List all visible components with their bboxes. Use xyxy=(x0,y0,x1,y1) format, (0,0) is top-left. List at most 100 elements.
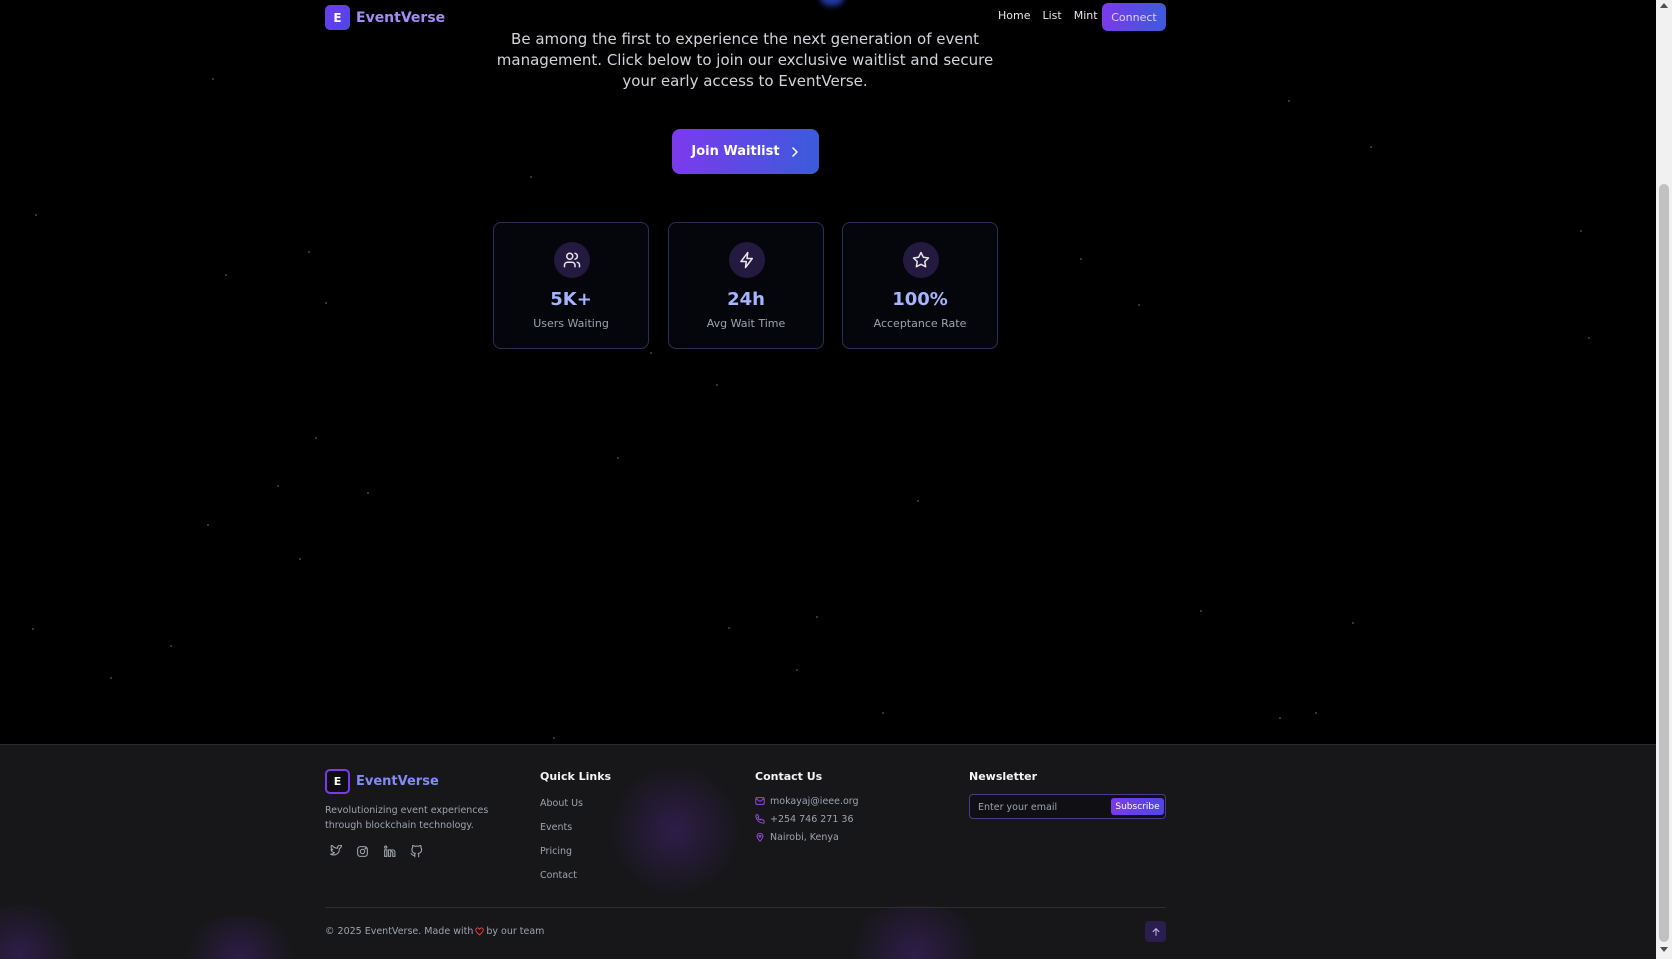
stat-card-wait-time: 24h Avg Wait Time xyxy=(668,222,824,349)
star-dot xyxy=(1080,258,1082,260)
star-dot xyxy=(170,645,172,647)
brand-name: EventVerse xyxy=(356,9,446,26)
scroll-up-arrow-icon[interactable] xyxy=(1660,3,1668,8)
star-dot xyxy=(1288,100,1290,102)
star-dot xyxy=(32,628,34,630)
star-dot xyxy=(530,176,532,178)
connect-button[interactable]: Connect xyxy=(1102,3,1166,31)
nav-mint[interactable]: Mint xyxy=(1074,9,1098,22)
decorative-orb xyxy=(820,0,844,6)
star-dot xyxy=(1580,230,1582,232)
stat-label: Acceptance Rate xyxy=(873,317,967,330)
contact-info: mokayaj@ieee.org +254 746 271 36 Nairobi… xyxy=(755,795,859,843)
star-dot xyxy=(367,492,369,494)
star-dot xyxy=(716,384,718,386)
contact-phone[interactable]: +254 746 271 36 xyxy=(755,813,859,825)
map-pin-icon xyxy=(756,832,764,842)
starfield-background xyxy=(0,0,1656,744)
copyright: © 2025 EventVerse. Made with by our team xyxy=(325,926,544,937)
link-events[interactable]: Events xyxy=(540,821,583,834)
chevron-right-icon xyxy=(791,146,798,157)
star-dot xyxy=(110,677,112,679)
github-icon[interactable] xyxy=(409,844,423,858)
stat-label: Avg Wait Time xyxy=(706,317,786,330)
star-dot xyxy=(225,274,227,276)
arrow-up-icon xyxy=(1152,927,1159,936)
stat-card-acceptance: 100% Acceptance Rate xyxy=(842,222,998,349)
star-dot xyxy=(882,712,884,714)
brand-logo: E xyxy=(325,5,350,30)
link-pricing[interactable]: Pricing xyxy=(540,845,583,858)
phone-icon xyxy=(755,814,765,824)
star-icon xyxy=(903,242,939,278)
star-dot xyxy=(617,457,619,459)
social-links xyxy=(328,844,423,858)
star-dot xyxy=(315,437,317,439)
main-nav: Home List Mint xyxy=(998,9,1098,22)
quick-links: About Us Events Pricing Contact xyxy=(540,797,583,882)
footer-logo: E xyxy=(325,769,350,794)
copyright-text-end: by our team xyxy=(486,926,545,937)
copyright-text-start: © 2025 EventVerse. Made with xyxy=(325,926,474,937)
mail-icon xyxy=(755,797,765,805)
footer-brand-name: EventVerse xyxy=(356,774,439,789)
contact-email[interactable]: mokayaj@ieee.org xyxy=(755,795,859,807)
nav-home[interactable]: Home xyxy=(998,9,1030,22)
users-icon xyxy=(554,242,590,278)
stat-value: 5K+ xyxy=(550,289,592,310)
star-dot xyxy=(1352,622,1354,624)
star-dot xyxy=(325,302,327,304)
footer-tagline: Revolutionizing event experiences throug… xyxy=(325,805,489,831)
star-dot xyxy=(1588,337,1590,339)
stat-card-users: 5K+ Users Waiting xyxy=(493,222,649,349)
join-waitlist-button[interactable]: Join Waitlist xyxy=(672,129,819,174)
zap-icon xyxy=(729,242,765,278)
star-dot xyxy=(212,78,214,80)
subscribe-button[interactable]: Subscribe xyxy=(1111,798,1164,815)
footer-divider xyxy=(325,907,1166,908)
footer-glow xyxy=(180,915,300,959)
star-dot xyxy=(650,352,652,354)
star-dot xyxy=(917,500,919,502)
stat-label: Users Waiting xyxy=(533,317,609,330)
newsletter-form: Subscribe xyxy=(969,794,1166,819)
newsletter-email-input[interactable] xyxy=(978,799,1098,815)
heart-icon xyxy=(475,927,485,936)
star-dot xyxy=(1138,304,1140,306)
footer-glow xyxy=(840,905,990,959)
footer: E EventVerse Revolutionizing event exper… xyxy=(0,744,1656,959)
star-dot xyxy=(796,669,798,671)
contact-email-text: mokayaj@ieee.org xyxy=(770,795,859,807)
contact-location-text: Nairobi, Kenya xyxy=(770,831,839,843)
brand[interactable]: E EventVerse xyxy=(325,5,445,30)
scroll-down-arrow-icon[interactable] xyxy=(1660,947,1668,952)
join-waitlist-label: Join Waitlist xyxy=(691,144,780,159)
instagram-icon[interactable] xyxy=(355,844,369,858)
twitter-icon[interactable] xyxy=(328,844,342,858)
star-dot xyxy=(816,616,818,618)
scroll-to-top-button[interactable] xyxy=(1145,921,1166,942)
contact-location: Nairobi, Kenya xyxy=(755,831,859,843)
quick-links-title: Quick Links xyxy=(540,770,612,783)
contact-title: Contact Us xyxy=(755,770,823,783)
star-dot xyxy=(553,737,555,739)
linkedin-icon[interactable] xyxy=(382,844,396,858)
vertical-scrollbar[interactable] xyxy=(1656,0,1672,959)
link-about-us[interactable]: About Us xyxy=(540,797,583,810)
star-dot xyxy=(728,627,730,629)
footer-glow xyxy=(0,905,80,959)
star-dot xyxy=(299,558,301,560)
stat-value: 100% xyxy=(892,289,948,310)
stat-value: 24h xyxy=(727,289,765,310)
nav-list[interactable]: List xyxy=(1042,9,1061,22)
star-dot xyxy=(207,524,209,526)
page: E EventVerse Home List Mint Connect Be a… xyxy=(0,0,1656,959)
star-dot xyxy=(1315,712,1317,714)
link-contact[interactable]: Contact xyxy=(540,869,583,882)
footer-brand[interactable]: E EventVerse xyxy=(325,769,439,794)
contact-phone-text: +254 746 271 36 xyxy=(770,813,854,825)
star-dot xyxy=(35,214,37,216)
hero-description: Be among the first to experience the nex… xyxy=(496,30,994,90)
star-dot xyxy=(1370,146,1372,148)
scrollbar-thumb[interactable] xyxy=(1659,184,1669,942)
